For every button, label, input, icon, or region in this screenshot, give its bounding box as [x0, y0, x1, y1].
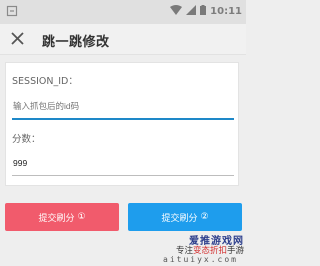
submit-score-label-2: 提交刷分 — [161, 213, 198, 224]
status-bar: 10:11 — [0, 0, 246, 24]
notification-icon — [6, 5, 18, 20]
status-time: 10:11 — [210, 6, 242, 17]
battery-icon — [200, 5, 207, 18]
app-bar: 跳一跳修改 — [0, 24, 246, 55]
submit-score-button-2[interactable]: 提交刷分 ② — [128, 203, 242, 231]
watermark-url: aituiyx.com — [163, 255, 238, 264]
score-underline — [12, 175, 234, 176]
submit-score-button-1[interactable]: 提交刷分 ① — [5, 203, 119, 231]
badge-two: ② — [200, 212, 209, 222]
score-label: 分数： — [12, 134, 41, 145]
close-icon — [11, 32, 24, 45]
score-input[interactable] — [12, 152, 234, 174]
form-card: SESSION_ID： 分数： — [5, 62, 239, 186]
close-button[interactable] — [6, 27, 30, 51]
signal-icon — [186, 5, 197, 18]
session-id-underline — [12, 118, 234, 120]
submit-score-label-1: 提交刷分 — [38, 213, 75, 224]
session-id-label: SESSION_ID： — [12, 76, 78, 87]
wifi-icon — [170, 5, 183, 18]
session-id-input[interactable] — [12, 95, 234, 117]
page-title: 跳一跳修改 — [42, 35, 110, 50]
badge-one: ① — [77, 212, 86, 222]
